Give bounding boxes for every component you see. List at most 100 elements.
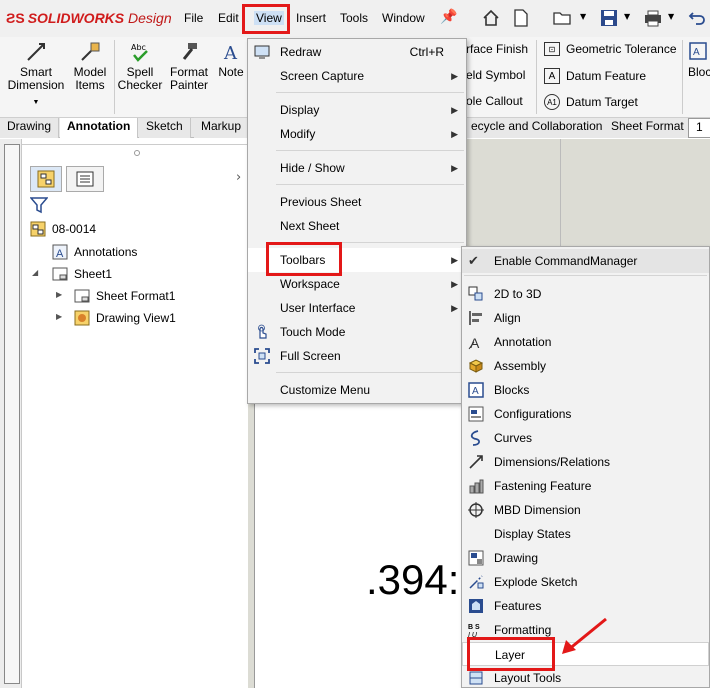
- menu-file[interactable]: File: [184, 11, 203, 25]
- open-dropdown-icon[interactable]: ▼: [580, 12, 586, 21]
- menu-edit[interactable]: Edit: [218, 11, 239, 25]
- toolbar-item-mbd-dimension[interactable]: MBD Dimension: [462, 498, 709, 522]
- sheet-number-field[interactable]: 1: [688, 118, 710, 138]
- open-folder-icon[interactable]: [552, 7, 574, 29]
- submenu-arrow-icon: ▶: [451, 70, 458, 81]
- menu-item-next-sheet[interactable]: Next Sheet: [248, 214, 466, 238]
- submenu-arrow-icon: ▶: [451, 278, 458, 289]
- property-manager-tab[interactable]: [66, 166, 104, 192]
- menu-item-full-screen[interactable]: Full Screen: [248, 344, 466, 368]
- print-icon[interactable]: [642, 7, 664, 29]
- pin-icon[interactable]: 📌: [440, 9, 457, 25]
- submenu-arrow-icon: ▶: [451, 162, 458, 173]
- tree-item-sheet1[interactable]: Sheet1: [52, 264, 112, 284]
- toolbar-item-drawing[interactable]: Drawing: [462, 546, 709, 570]
- highlight-toolbars-box: [266, 242, 342, 276]
- menu-window[interactable]: Window: [382, 11, 425, 25]
- hole-callout-button[interactable]: ole Callout: [466, 94, 523, 108]
- toolbar-item-assembly[interactable]: Assembly: [462, 354, 709, 378]
- tree-item-annotations[interactable]: A Annotations: [52, 242, 137, 262]
- svg-text:A: A: [56, 248, 64, 260]
- menu-item-hide-show[interactable]: Hide / Show ▶: [248, 156, 466, 180]
- smart-dimension-button[interactable]: Smart Dimension ▼: [6, 41, 66, 109]
- toolbar-item-annotation[interactable]: A Annotation: [462, 330, 709, 354]
- tab-markup[interactable]: Markup: [194, 118, 250, 138]
- menu-insert[interactable]: Insert: [296, 11, 326, 25]
- submenu-arrow-icon: ▶: [451, 104, 458, 115]
- tree-item-drawing-view1[interactable]: Drawing View1: [74, 308, 176, 328]
- weld-symbol-button[interactable]: eld Symbol: [466, 68, 525, 82]
- drawing-view-icon: [74, 310, 90, 326]
- tab-annotation[interactable]: Annotation: [60, 118, 139, 138]
- menu-separator: [276, 150, 464, 151]
- dimension-text: .394:: [366, 556, 460, 603]
- panel-grip-icon[interactable]: [134, 150, 140, 156]
- menu-item-display[interactable]: Display ▶: [248, 98, 466, 122]
- formatting-icon: B SI U: [468, 622, 484, 639]
- menu-item-customize-menu[interactable]: Customize Menu: [248, 378, 466, 402]
- filter-icon[interactable]: [29, 196, 49, 217]
- sheet-icon: [52, 267, 68, 281]
- toolbar-item-blocks[interactable]: A Blocks: [462, 378, 709, 402]
- align-icon: [468, 310, 484, 326]
- menu-item-redraw[interactable]: Redraw Ctrl+R: [248, 40, 466, 64]
- view-menu-dropdown: Redraw Ctrl+R Screen Capture ▶ Display ▶ M…: [247, 38, 467, 404]
- toolbar-item-2d-to-3d[interactable]: 2D to 3D: [462, 282, 709, 306]
- tree-root[interactable]: 08-0014: [30, 219, 96, 239]
- block-button[interactable]: A Bloc: [688, 41, 710, 79]
- svg-text:Abc: Abc: [131, 43, 146, 52]
- highlight-view-box: [242, 4, 290, 34]
- menu-separator: [276, 184, 464, 185]
- toolbar-item-curves[interactable]: Curves: [462, 426, 709, 450]
- feature-manager-tab[interactable]: [30, 166, 62, 192]
- highlight-layer-box: [467, 637, 555, 671]
- explode-sketch-icon: [468, 574, 484, 590]
- mbd-dimension-icon: [468, 502, 484, 518]
- toolbar-item-display-states[interactable]: Display States: [462, 522, 709, 546]
- expand-drawing-view-icon[interactable]: ▶: [56, 312, 62, 321]
- expand-sheet-format-icon[interactable]: ▶: [56, 290, 62, 299]
- tree-item-sheet-format1[interactable]: Sheet Format1: [74, 286, 175, 306]
- toolbar-item-dimensions-relations[interactable]: Dimensions/Relations: [462, 450, 709, 474]
- drawing-icon: [468, 550, 484, 566]
- tab-sketch[interactable]: Sketch: [139, 118, 191, 138]
- geometric-tolerance-button[interactable]: ⊡ Geometric Tolerance: [544, 42, 677, 56]
- toolbar-item-enable-commandmanager[interactable]: ✔ Enable CommandManager: [462, 249, 709, 273]
- undo-icon[interactable]: [686, 7, 708, 29]
- touch-hand-icon: [254, 324, 270, 340]
- format-painter-icon: [182, 43, 197, 60]
- menu-item-modify[interactable]: Modify ▶: [248, 122, 466, 146]
- menu-item-touch-mode[interactable]: Touch Mode: [248, 320, 466, 344]
- save-icon[interactable]: [598, 7, 620, 29]
- datum-feature-button[interactable]: A Datum Feature: [544, 68, 646, 84]
- menu-item-screen-capture[interactable]: Screen Capture ▶: [248, 64, 466, 88]
- smart-dimension-dropdown-icon[interactable]: ▼: [33, 96, 40, 109]
- collapse-sheet1-icon[interactable]: ◢: [32, 268, 38, 277]
- svg-text:A: A: [472, 386, 479, 397]
- tab-lifecycle-collaboration[interactable]: ecycle and Collaboration: [464, 118, 611, 138]
- toolbar-item-explode-sketch[interactable]: Explode Sketch: [462, 570, 709, 594]
- spell-checker-button[interactable]: Abc Spell Checker: [116, 41, 164, 92]
- note-button[interactable]: A Note: [214, 41, 248, 79]
- menu-tools[interactable]: Tools: [340, 11, 368, 25]
- toolbar-item-align[interactable]: Align: [462, 306, 709, 330]
- blocks-icon: A: [468, 382, 484, 398]
- datum-target-button[interactable]: A1 Datum Target: [544, 94, 638, 110]
- tab-drawing[interactable]: Drawing: [0, 118, 60, 138]
- toolbar-item-configurations[interactable]: Configurations: [462, 402, 709, 426]
- layout-tools-icon: [468, 670, 484, 686]
- format-painter-button[interactable]: Format Painter: [166, 41, 212, 92]
- home-icon[interactable]: [480, 7, 502, 29]
- surface-finish-button[interactable]: rface Finish: [466, 42, 528, 56]
- model-items-button[interactable]: Model Items: [68, 41, 112, 92]
- svg-text:A: A: [693, 47, 700, 58]
- panel-expand-chevron-icon[interactable]: ›: [236, 170, 241, 185]
- print-dropdown-icon[interactable]: ▼: [668, 12, 674, 21]
- menu-item-previous-sheet[interactable]: Previous Sheet: [248, 190, 466, 214]
- tab-sheet-format[interactable]: Sheet Format: [604, 118, 692, 138]
- configurations-icon: [468, 406, 484, 422]
- save-dropdown-icon[interactable]: ▼: [624, 12, 630, 21]
- new-document-icon[interactable]: [510, 7, 532, 29]
- toolbar-item-fastening-feature[interactable]: Fastening Feature: [462, 474, 709, 498]
- menu-item-user-interface[interactable]: User Interface ▶: [248, 296, 466, 320]
